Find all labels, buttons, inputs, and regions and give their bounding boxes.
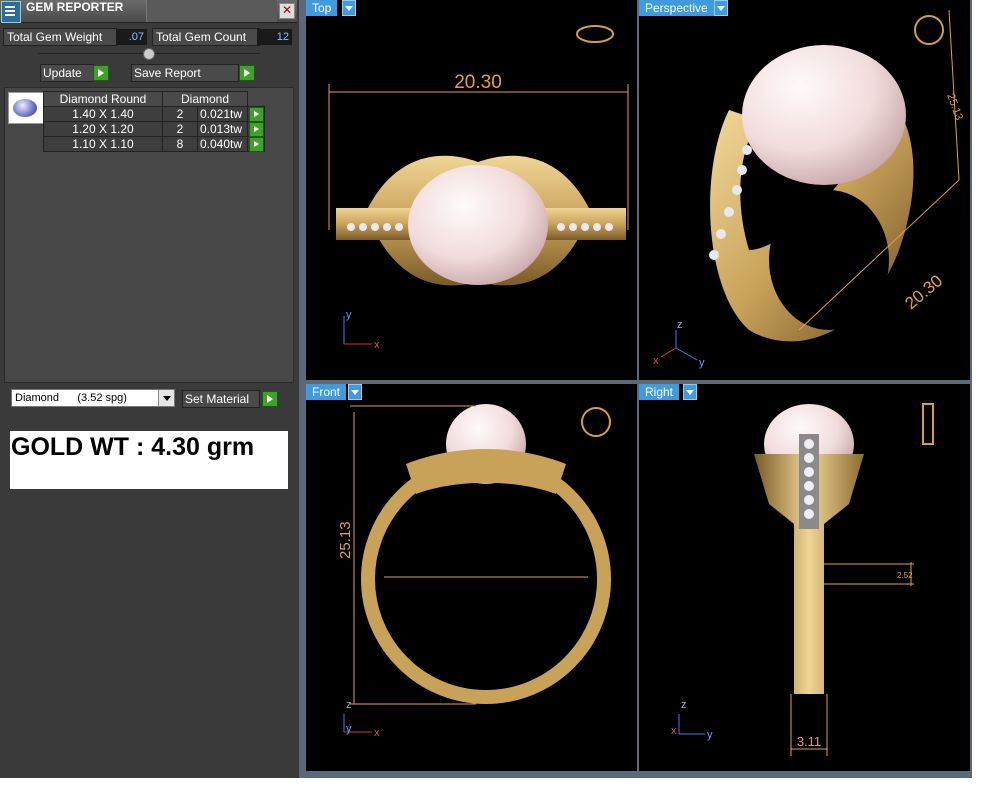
- gem-header-type: Diamond: [162, 91, 248, 107]
- update-go-icon[interactable]: [93, 65, 109, 81]
- front-view-drawing: 25.13 z y x: [337, 404, 611, 739]
- total-gem-count-value: 12: [257, 29, 292, 45]
- axis-z-label: z: [681, 699, 687, 711]
- top-view-drawing: 20.30 y x: [328, 25, 629, 351]
- material-select-value: Diamond (3.52 spg): [15, 392, 127, 404]
- total-gem-weight-label: Total Gem Weight: [3, 28, 117, 46]
- viewport-top[interactable]: Top 20.30 y x: [306, 0, 637, 380]
- table-row[interactable]: 1.20 X 1.20 2 0.013tw: [43, 121, 265, 137]
- viewport-perspective[interactable]: Perspective 20.30 25.13 z x y: [639, 0, 970, 380]
- set-material-button[interactable]: Set Material: [182, 390, 260, 408]
- ring-band: [361, 454, 611, 704]
- gem-row-action[interactable]: [247, 121, 265, 137]
- axis-x-label: x: [671, 725, 677, 737]
- table-row[interactable]: 1.40 X 1.40 2 0.021tw: [43, 106, 265, 122]
- pearl-stone: [408, 165, 548, 285]
- row-go-icon[interactable]: [249, 122, 264, 137]
- gem-reporter-panel: GEM REPORTER ✕ Total Gem Weight .07 Tota…: [0, 0, 299, 778]
- gem-header-spacer: [248, 92, 265, 107]
- axis-x-label: x: [374, 339, 380, 351]
- dimension-label: 3.11: [797, 734, 821, 749]
- splitter-handle[interactable]: [143, 48, 155, 60]
- axis-x-label: x: [374, 727, 380, 739]
- right-view-drawing: 2.52 3.11 z x y: [671, 403, 934, 756]
- gem-row-action[interactable]: [247, 136, 265, 152]
- save-report-go-icon[interactable]: [239, 65, 255, 81]
- gold-weight-box: GOLD WT : 4.30 grm: [10, 431, 288, 489]
- axis-z-label: z: [677, 319, 683, 331]
- axis-y-label: y: [346, 309, 352, 321]
- gem-count: 8: [162, 136, 198, 152]
- save-report-button[interactable]: Save Report: [131, 64, 239, 82]
- total-gem-weight-value: .07: [116, 29, 147, 45]
- gold-weight-text: GOLD WT : 4.30 grm: [11, 433, 255, 461]
- table-row[interactable]: 1.10 X 1.10 8 0.040tw: [43, 136, 265, 152]
- ring-head: [406, 449, 566, 494]
- close-button[interactable]: ✕: [279, 3, 295, 19]
- title-bar: GEM REPORTER ✕: [0, 0, 297, 23]
- ring-orientation-icon: [914, 15, 944, 45]
- gem-header-shape: Diamond Round: [43, 91, 163, 107]
- dimension-label: 20.30: [454, 72, 502, 93]
- title-bar-spacer: [146, 0, 277, 22]
- gem-size: 1.40 X 1.40: [43, 106, 163, 122]
- gem-count: 2: [162, 106, 198, 122]
- gem-table: Diamond Round Diamond 1.40 X 1.40 2 0.02…: [43, 91, 265, 152]
- round-diamond-icon[interactable]: [8, 92, 44, 124]
- dimension-label: 20.30: [901, 271, 946, 313]
- update-button[interactable]: Update: [40, 64, 94, 82]
- chevron-down-icon[interactable]: [158, 390, 174, 406]
- window-title: GEM REPORTER: [26, 0, 124, 14]
- dimension-label-small: 2.52: [897, 571, 913, 580]
- axis-z-label: z: [346, 699, 352, 711]
- ring-orientation-icon: [581, 407, 611, 437]
- gem-size: 1.10 X 1.10: [43, 136, 163, 152]
- viewport-front[interactable]: Front 25.13 z y x: [306, 384, 637, 771]
- total-gem-count-label: Total Gem Count: [152, 28, 260, 46]
- gem-weight: 0.013tw: [197, 121, 248, 137]
- gem-reporter-icon: [1, 1, 21, 23]
- pearl-stone: [742, 45, 906, 185]
- ring-inner: [769, 190, 889, 330]
- gem-row-action[interactable]: [247, 106, 265, 122]
- row-go-icon[interactable]: [249, 107, 264, 122]
- dimension-label: 25.13: [337, 521, 354, 559]
- material-select[interactable]: Diamond (3.52 spg): [11, 389, 175, 407]
- dimension-label-small: 25.13: [944, 92, 965, 122]
- viewport-right[interactable]: Right 2.52 3.11 z x y: [639, 384, 970, 771]
- axis-x-label: x: [653, 355, 659, 367]
- set-material-go-icon[interactable]: [262, 391, 278, 407]
- ring-orientation-icon: [576, 25, 614, 43]
- gem-weight: 0.021tw: [197, 106, 248, 122]
- axis-y-label: y: [699, 357, 705, 369]
- gem-weight: 0.040tw: [197, 136, 248, 152]
- axis-y-label: y: [707, 729, 713, 741]
- gem-size: 1.20 X 1.20: [43, 121, 163, 137]
- gem-count: 2: [162, 121, 198, 137]
- perspective-view-drawing: 20.30 25.13 z x y: [653, 9, 965, 369]
- row-go-icon[interactable]: [249, 137, 264, 152]
- ring-orientation-icon: [922, 403, 934, 445]
- axis-y-label: y: [346, 723, 352, 735]
